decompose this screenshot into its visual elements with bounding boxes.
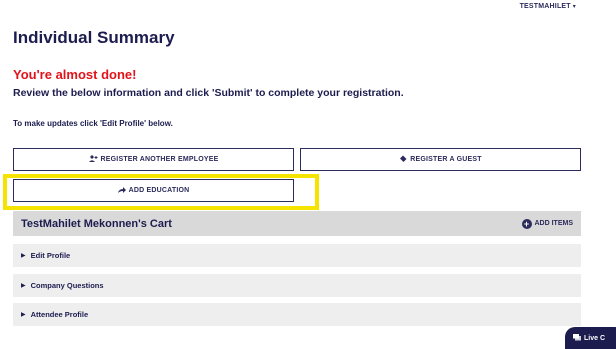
caret-right-icon: ▶ xyxy=(21,312,26,318)
cart-header: TestMahilet Mekonnen's Cart + ADD ITEMS xyxy=(13,211,581,236)
live-chat-button[interactable]: Live C xyxy=(565,327,616,349)
plus-circle-icon: + xyxy=(521,218,532,229)
section-edit-profile[interactable]: ▶ Edit Profile xyxy=(13,244,581,267)
add-items-label: ADD ITEMS xyxy=(534,220,574,227)
caret-right-icon: ▶ xyxy=(21,253,26,259)
page-title: Individual Summary xyxy=(13,28,175,47)
section-label: Company Questions xyxy=(30,281,104,290)
section-label: Edit Profile xyxy=(30,251,71,260)
add-items-button[interactable]: + ADD ITEMS xyxy=(521,218,574,229)
user-menu-label: TESTMAHILET xyxy=(519,3,571,10)
instructions-text: Review the below information and click '… xyxy=(13,87,404,99)
register-guest-label: REGISTER A GUEST xyxy=(410,156,482,163)
add-education-button[interactable]: ADD EDUCATION xyxy=(13,179,294,202)
share-arrow-icon xyxy=(117,186,126,195)
alert-heading: You're almost done! xyxy=(13,67,137,82)
live-chat-label: Live C xyxy=(584,334,606,342)
ticket-icon xyxy=(399,155,407,164)
caret-right-icon: ▶ xyxy=(21,283,26,289)
user-plus-icon xyxy=(88,155,98,164)
register-employee-button[interactable]: REGISTER ANOTHER EMPLOYEE xyxy=(13,148,294,171)
user-menu[interactable]: TESTMAHILET ▾ xyxy=(520,3,576,10)
chat-icon xyxy=(573,333,581,343)
caret-down-icon: ▾ xyxy=(572,4,576,10)
section-attendee-profile[interactable]: ▶ Attendee Profile xyxy=(13,303,581,326)
update-hint: To make updates click 'Edit Profile' bel… xyxy=(13,119,173,128)
section-company-questions[interactable]: ▶ Company Questions xyxy=(13,274,581,297)
cart-title: TestMahilet Mekonnen's Cart xyxy=(21,217,172,230)
register-employee-label: REGISTER ANOTHER EMPLOYEE xyxy=(100,156,219,163)
add-education-label: ADD EDUCATION xyxy=(128,187,190,194)
section-label: Attendee Profile xyxy=(30,310,89,319)
register-guest-button[interactable]: REGISTER A GUEST xyxy=(300,148,581,171)
